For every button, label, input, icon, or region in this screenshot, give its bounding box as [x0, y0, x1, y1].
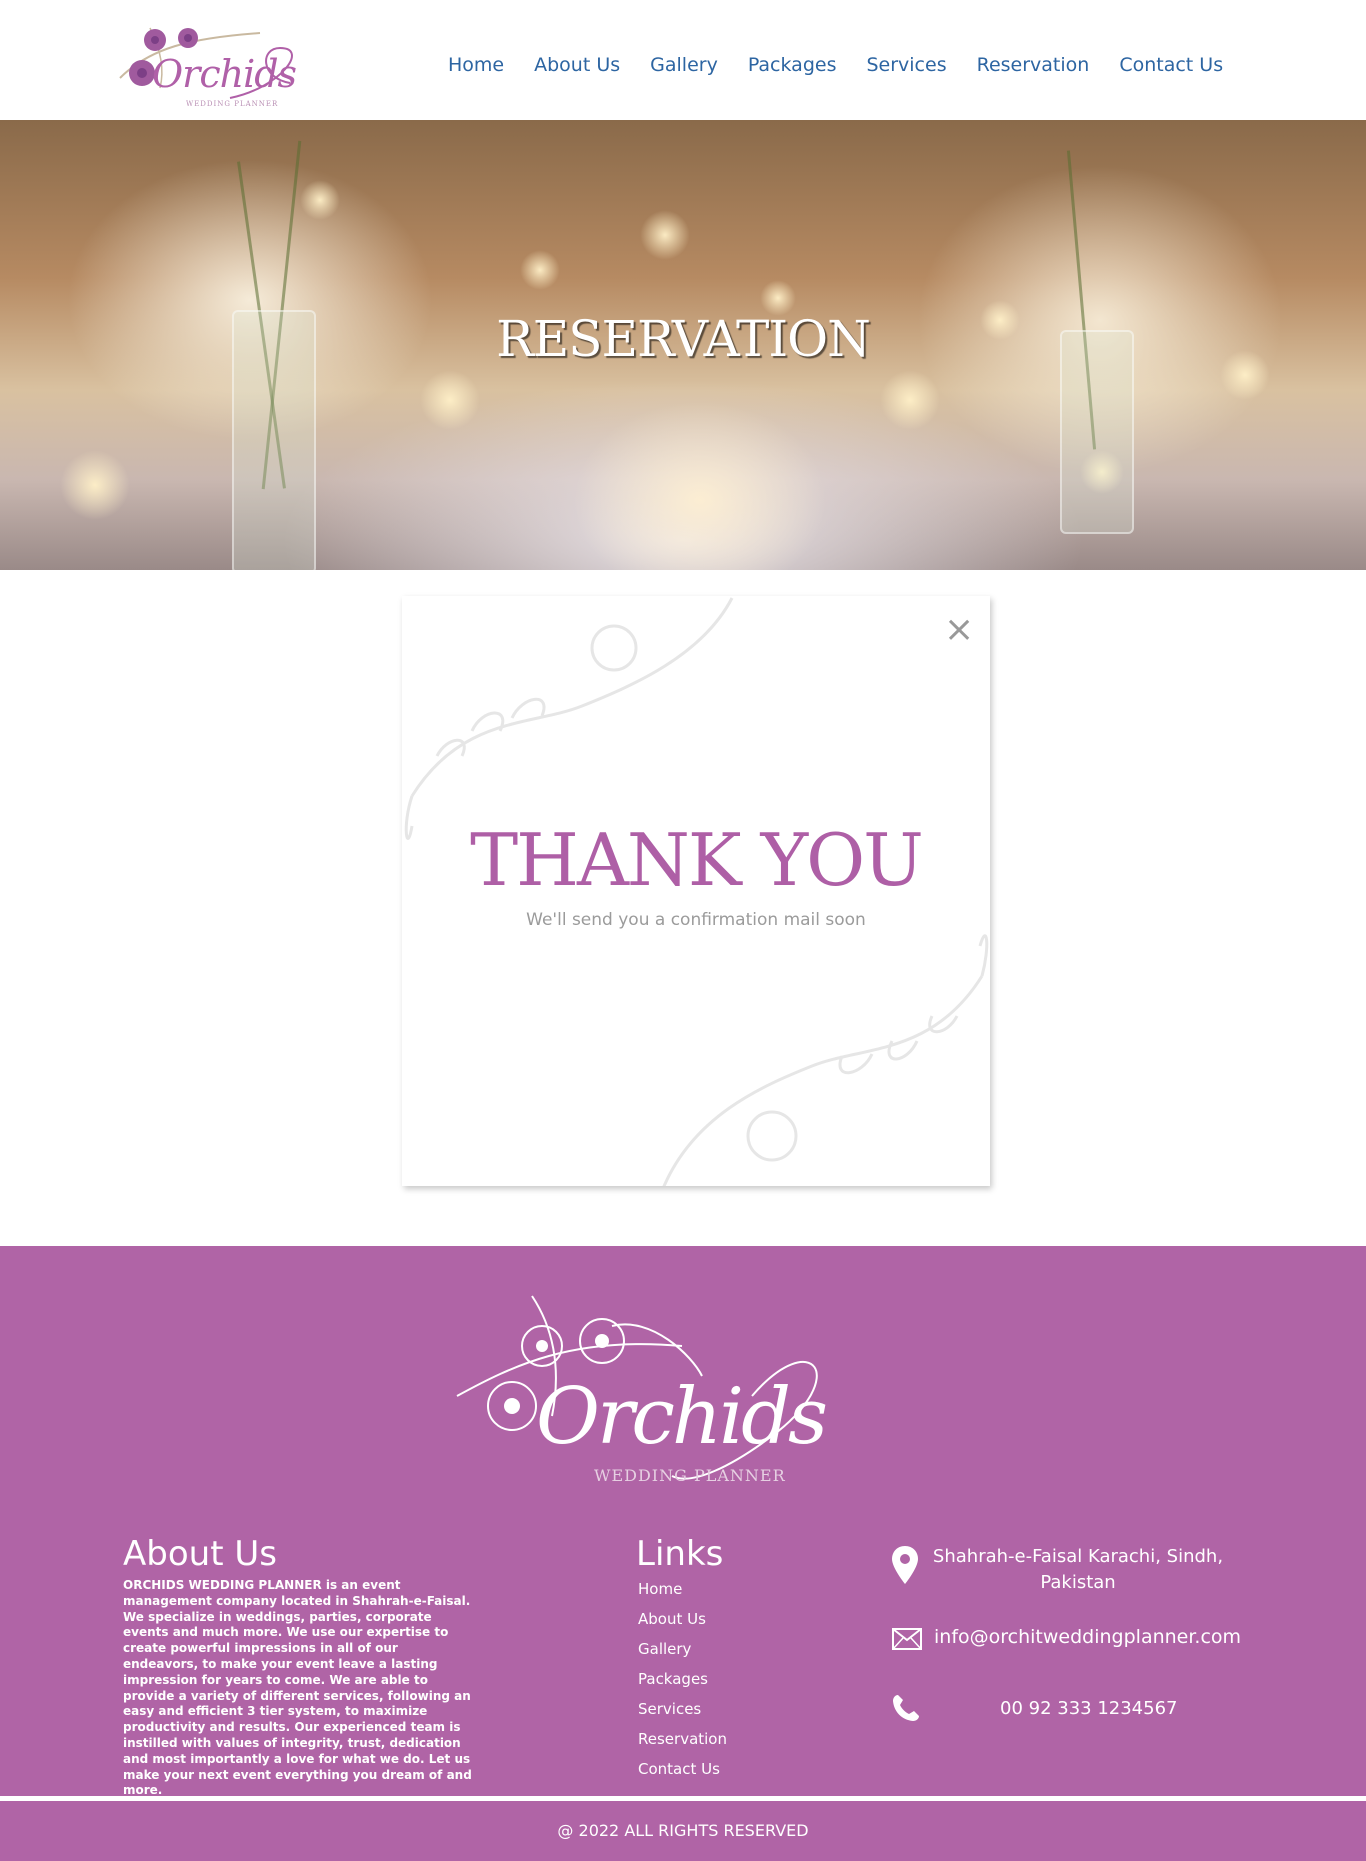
thank-you-modal: × THANK YOU We'll send you a confirmatio…: [402, 596, 990, 1186]
footer-link-contact-us[interactable]: Contact Us: [638, 1760, 727, 1790]
site-footer: Orchids WEDDING PLANNER About Us ORCHIDS…: [0, 1246, 1366, 1798]
location-pin-icon: [892, 1546, 918, 1584]
contact-phone[interactable]: 00 92 333 1234567: [1000, 1698, 1178, 1719]
site-header: Orchids WEDDING PLANNER Home About Us Ga…: [0, 0, 1366, 120]
nav-gallery[interactable]: Gallery: [650, 54, 718, 76]
footer-links-title: Links: [636, 1534, 724, 1574]
footer-link-about-us[interactable]: About Us: [638, 1610, 727, 1640]
footer-link-packages[interactable]: Packages: [638, 1670, 727, 1700]
copyright-text: @ 2022 ALL RIGHTS RESERVED: [557, 1821, 809, 1840]
footer-about-text: ORCHIDS WEDDING PLANNER is an event mana…: [123, 1578, 472, 1798]
footer-links: Home About Us Gallery Packages Services …: [638, 1580, 727, 1790]
nav-reservation[interactable]: Reservation: [977, 54, 1090, 76]
hero-banner: RESERVATION: [0, 120, 1366, 570]
nav-about-us[interactable]: About Us: [534, 54, 620, 76]
confirmation-message: We'll send you a confirmation mail soon: [526, 910, 866, 930]
footer-logo-subtitle: WEDDING PLANNER: [594, 1466, 786, 1485]
thank-you-heading: THANK YOU: [470, 818, 924, 902]
footer-link-services[interactable]: Services: [638, 1700, 727, 1730]
phone-icon: [893, 1695, 919, 1721]
footer-about-title: About Us: [123, 1534, 277, 1574]
site-logo[interactable]: Orchids WEDDING PLANNER: [110, 8, 300, 112]
main-nav: Home About Us Gallery Packages Services …: [448, 54, 1223, 76]
nav-services[interactable]: Services: [866, 54, 946, 76]
footer-logo-text: Orchids: [536, 1372, 828, 1462]
logo-subtitle: WEDDING PLANNER: [186, 100, 279, 108]
hero-title: RESERVATION: [496, 310, 871, 368]
nav-contact-us[interactable]: Contact Us: [1119, 54, 1223, 76]
logo-text: Orchids: [152, 52, 297, 96]
footer-link-home[interactable]: Home: [638, 1580, 727, 1610]
contact-address: Shahrah-e-Faisal Karachi, Sindh, Pakista…: [932, 1546, 1224, 1593]
copyright-bar: @ 2022 ALL RIGHTS RESERVED: [0, 1801, 1366, 1861]
mail-icon: [892, 1628, 922, 1650]
nav-packages[interactable]: Packages: [748, 54, 837, 76]
nav-home[interactable]: Home: [448, 54, 504, 76]
footer-link-reservation[interactable]: Reservation: [638, 1730, 727, 1760]
contact-email[interactable]: info@orchitweddingplanner.com: [934, 1626, 1241, 1648]
close-icon[interactable]: ×: [944, 612, 974, 648]
footer-link-gallery[interactable]: Gallery: [638, 1640, 727, 1670]
footer-logo: Orchids WEDDING PLANNER: [452, 1286, 842, 1496]
